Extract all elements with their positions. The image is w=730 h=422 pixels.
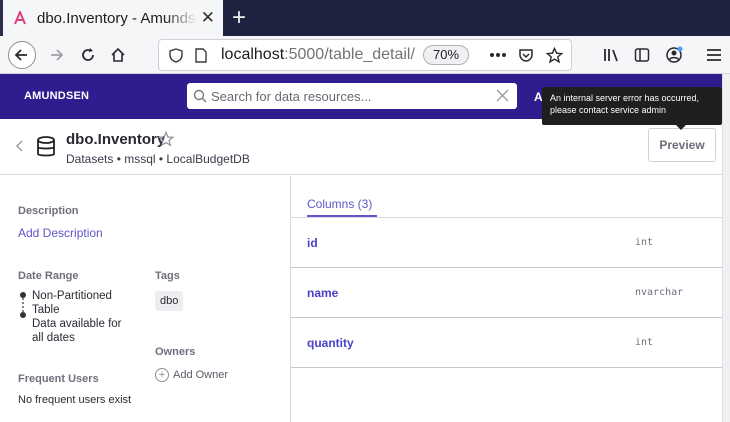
bookmark-star-icon[interactable] xyxy=(540,41,568,69)
url-text[interactable]: localhost:5000/table_detail/ xyxy=(221,46,417,64)
date-range-line2: Table xyxy=(32,304,60,316)
add-owner-button[interactable]: + Add Owner xyxy=(155,368,228,382)
shield-icon[interactable] xyxy=(169,48,183,68)
plus-circle-icon: + xyxy=(155,368,169,382)
reload-icon[interactable] xyxy=(74,41,102,69)
frequent-users-label: Frequent Users xyxy=(18,373,99,385)
columns-panel: Columns (3) id int name nvarchar quantit… xyxy=(291,176,722,422)
bookmark-star-icon[interactable] xyxy=(157,131,175,151)
back-arrow-icon[interactable] xyxy=(8,41,36,69)
new-tab-button[interactable]: + xyxy=(232,5,246,31)
search-input[interactable] xyxy=(211,86,481,106)
tooltip-arrow xyxy=(675,124,687,130)
search-bar xyxy=(187,83,517,109)
active-tab-indicator xyxy=(307,215,377,217)
add-owner-label: Add Owner xyxy=(173,369,229,381)
tag-chip[interactable]: dbo xyxy=(155,291,184,311)
scrollbar[interactable] xyxy=(722,74,730,422)
column-type: int xyxy=(635,337,654,348)
database-icon xyxy=(36,136,56,163)
forward-arrow-icon[interactable] xyxy=(42,41,70,69)
home-icon[interactable] xyxy=(104,41,132,69)
date-range-line4: all dates xyxy=(32,332,75,344)
page-title: dbo.Inventory xyxy=(66,131,166,148)
owners-label: Owners xyxy=(155,346,196,358)
pocket-icon[interactable] xyxy=(512,41,540,69)
page-icon[interactable] xyxy=(195,48,207,68)
browser-navbar: localhost:5000/table_detail/ 70% xyxy=(0,36,730,74)
timeline-icon xyxy=(19,291,27,324)
breadcrumb: Datasets • mssql • LocalBudgetDB xyxy=(66,152,250,166)
clear-search-icon[interactable] xyxy=(496,89,509,107)
tags-label: Tags xyxy=(155,270,180,282)
column-name: name xyxy=(307,286,339,300)
chevron-left-icon[interactable] xyxy=(16,139,24,155)
preview-button[interactable]: Preview xyxy=(648,128,716,162)
tab-title: dbo.Inventory - Amundsen xyxy=(37,9,197,27)
frequent-users-text: No frequent users exist xyxy=(18,394,132,406)
error-tooltip: An internal server error has occurred, p… xyxy=(542,87,722,125)
search-icon xyxy=(193,89,207,108)
column-name: quantity xyxy=(307,336,354,350)
tab-close-icon[interactable]: ✕ xyxy=(201,9,215,27)
table-header: dbo.Inventory Datasets • mssql • LocalBu… xyxy=(0,119,722,175)
browser-tab-active[interactable]: dbo.Inventory - Amundsen ✕ xyxy=(3,0,223,36)
tabs-row: Columns (3) xyxy=(291,176,722,218)
description-label: Description xyxy=(18,205,79,217)
zoom-badge[interactable]: 70% xyxy=(423,45,469,65)
column-row[interactable]: quantity int xyxy=(291,318,722,368)
more-icon[interactable] xyxy=(484,41,512,69)
tab-columns[interactable]: Columns (3) xyxy=(307,197,372,211)
date-range-line3: Data available for xyxy=(32,318,122,330)
column-type: nvarchar xyxy=(635,287,684,298)
brand-logo[interactable]: AMUNDSEN xyxy=(24,90,89,102)
column-name: id xyxy=(307,236,318,250)
library-icon[interactable] xyxy=(598,41,626,69)
menu-icon[interactable] xyxy=(700,41,728,69)
date-range-label: Date Range xyxy=(18,270,79,282)
column-type: int xyxy=(635,237,654,248)
url-path: :5000/table_detail/ xyxy=(284,46,415,63)
account-icon[interactable] xyxy=(660,41,688,69)
column-row[interactable]: id int xyxy=(291,218,722,268)
amundsen-favicon-icon xyxy=(11,9,29,27)
sidebar-icon[interactable] xyxy=(628,41,656,69)
add-description-link[interactable]: Add Description xyxy=(18,226,103,240)
browser-tabstrip: dbo.Inventory - Amundsen ✕ + xyxy=(0,0,730,36)
column-row[interactable]: name nvarchar xyxy=(291,268,722,318)
url-host: localhost xyxy=(221,46,285,63)
date-range-line1: Non-Partitioned xyxy=(32,290,112,302)
